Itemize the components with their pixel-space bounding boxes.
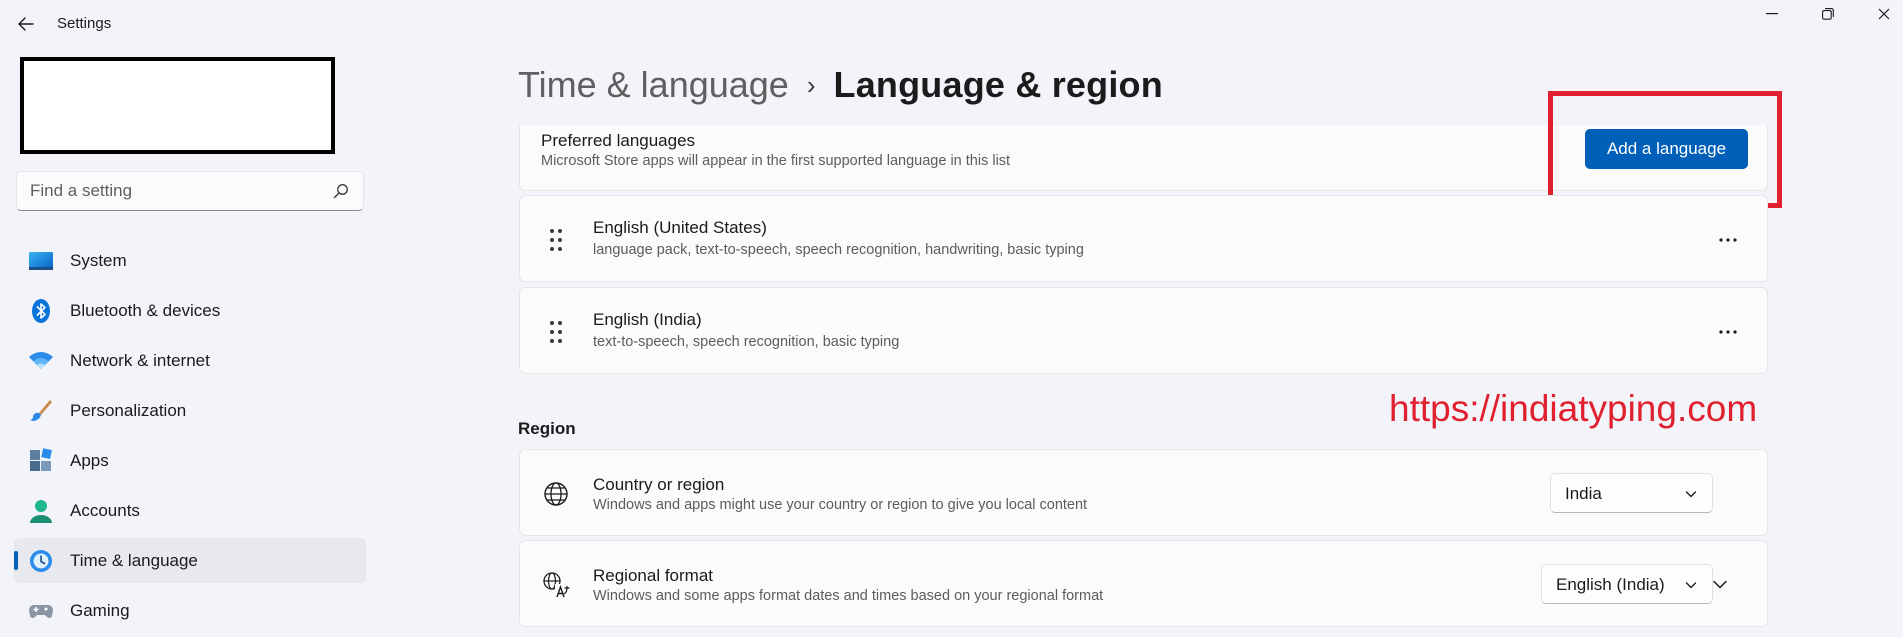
sidebar-item-gaming[interactable]: Gaming (14, 588, 366, 633)
language-item[interactable]: English (India) text-to-speech, speech r… (519, 287, 1768, 374)
search-box[interactable] (16, 171, 364, 211)
close-icon (1878, 8, 1890, 20)
sidebar-item-accounts[interactable]: Accounts (14, 488, 366, 533)
drag-handle-icon[interactable] (547, 227, 565, 253)
language-features: language pack, text-to-speech, speech re… (593, 242, 1084, 258)
country-region-card: Country or region Windows and apps might… (519, 449, 1768, 536)
regional-format-subtitle: Windows and some apps format dates and t… (593, 588, 1104, 604)
gamepad-icon (29, 605, 53, 618)
restore-button[interactable] (1800, 0, 1856, 28)
breadcrumb: Time & language › Language & region (518, 64, 1163, 106)
search-icon[interactable] (333, 183, 349, 199)
preferred-languages-subtitle: Microsoft Store apps will appear in the … (541, 153, 1011, 169)
expand-button[interactable] (1702, 566, 1738, 602)
country-region-title: Country or region (593, 475, 725, 494)
language-features: text-to-speech, speech recognition, basi… (593, 334, 900, 350)
drag-handle-icon[interactable] (547, 319, 565, 345)
country-region-subtitle: Windows and apps might use your country … (593, 497, 1088, 513)
apps-icon (30, 448, 52, 471)
more-options-button[interactable] (1710, 224, 1746, 256)
sidebar-nav: System Bluetooth & devices Network & int… (14, 238, 366, 637)
back-button[interactable] (14, 12, 38, 36)
more-horizontal-icon (1719, 330, 1737, 334)
regional-format-value: English (India) (1556, 575, 1665, 594)
country-region-value: India (1565, 484, 1602, 503)
sidebar-item-time-language[interactable]: Time & language (14, 538, 366, 583)
restore-icon (1822, 8, 1834, 20)
sidebar-item-system[interactable]: System (14, 238, 366, 283)
language-name: English (India) (593, 310, 702, 329)
regional-format-icon (543, 572, 570, 598)
app-title: Settings (57, 15, 112, 32)
country-region-dropdown[interactable]: India (1550, 473, 1713, 513)
page-title: Language & region (833, 64, 1163, 105)
regional-format-card[interactable]: Regional format Windows and some apps fo… (519, 540, 1768, 627)
back-arrow-icon (18, 17, 34, 31)
chevron-down-icon (1685, 491, 1697, 498)
more-horizontal-icon (1719, 238, 1737, 242)
regional-format-title: Regional format (593, 566, 714, 585)
search-input[interactable] (17, 172, 317, 210)
close-button[interactable] (1856, 0, 1903, 28)
preferred-languages-title: Preferred languages (541, 131, 696, 150)
active-indicator (14, 551, 18, 570)
sidebar-item-personalization[interactable]: Personalization (14, 388, 366, 433)
sidebar-item-bluetooth[interactable]: Bluetooth & devices (14, 288, 366, 333)
sidebar-item-network[interactable]: Network & internet (14, 338, 366, 383)
preferred-languages-card: Preferred languages Microsoft Store apps… (519, 125, 1768, 191)
breadcrumb-parent[interactable]: Time & language (518, 64, 789, 106)
minimize-button[interactable] (1744, 0, 1800, 28)
globe-icon (544, 482, 568, 506)
region-section-title: Region (518, 419, 576, 438)
system-icon (29, 252, 53, 270)
wifi-icon (29, 352, 53, 369)
chevron-down-icon (1713, 580, 1727, 589)
sidebar-item-apps[interactable]: Apps (14, 438, 366, 483)
more-options-button[interactable] (1710, 316, 1746, 348)
account-profile-redacted[interactable] (20, 57, 335, 154)
account-icon (30, 500, 52, 523)
language-name: English (United States) (593, 218, 767, 237)
language-item[interactable]: English (United States) language pack, t… (519, 195, 1768, 282)
chevron-down-icon (1685, 582, 1697, 589)
clock-globe-icon (30, 550, 52, 572)
add-language-button[interactable]: Add a language (1585, 129, 1748, 169)
minimize-icon (1766, 13, 1778, 15)
brush-icon (30, 400, 52, 421)
regional-format-dropdown[interactable]: English (India) (1541, 564, 1713, 604)
bluetooth-icon (32, 299, 50, 323)
title-bar: Settings (0, 0, 1903, 46)
breadcrumb-separator: › (806, 69, 816, 100)
watermark-url: https://indiatyping.com (1389, 388, 1758, 429)
